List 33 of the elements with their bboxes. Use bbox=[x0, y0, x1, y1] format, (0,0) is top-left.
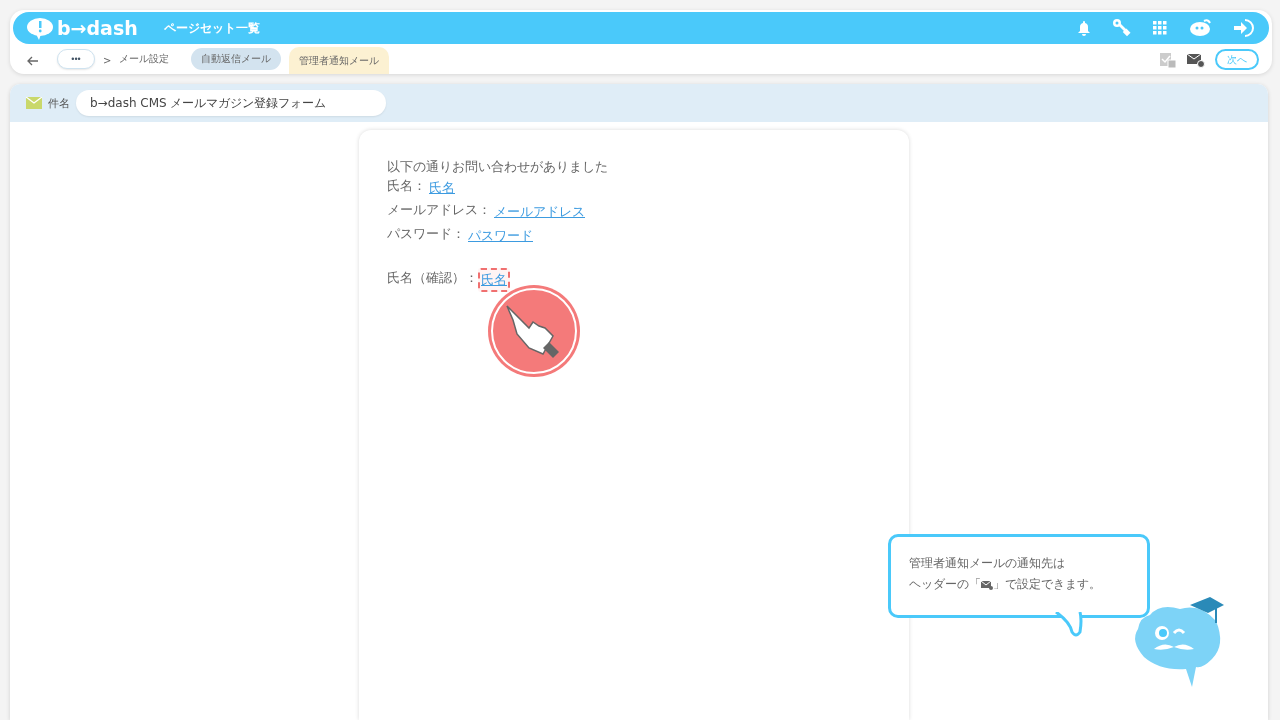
logo[interactable]: b→dash bbox=[27, 16, 138, 40]
hint-text: 」で設定できます。 bbox=[993, 576, 1101, 593]
field-variable-link[interactable]: パスワード bbox=[465, 224, 536, 248]
tab[interactable]: 管理者通知メール bbox=[289, 47, 390, 74]
next-button[interactable]: 次へ bbox=[1215, 49, 1259, 70]
field-label: 氏名（確認）： bbox=[387, 269, 478, 287]
email-intro: 以下の通りお問い合わせがありました bbox=[387, 158, 608, 176]
logo-icon bbox=[27, 16, 55, 40]
mail-bell-icon[interactable] bbox=[1187, 51, 1205, 68]
hint-text: ヘッダーの「 bbox=[909, 576, 981, 593]
more-button[interactable]: ••• bbox=[57, 49, 95, 69]
back-arrow-icon[interactable] bbox=[27, 56, 39, 66]
field-label: パスワード： bbox=[387, 225, 465, 243]
mail-bell-icon bbox=[981, 579, 993, 590]
hint-text: 管理者通知メールの通知先は bbox=[909, 555, 1065, 572]
subject-label: 件名 bbox=[48, 95, 70, 111]
logout-icon[interactable] bbox=[1233, 19, 1255, 37]
bell-icon[interactable] bbox=[1077, 20, 1091, 36]
breadcrumb-separator: > bbox=[103, 55, 112, 66]
page-title: ページセット一覧 bbox=[163, 19, 260, 37]
breadcrumb-item[interactable]: メール設定 bbox=[119, 52, 170, 66]
logo-text: b→dash bbox=[57, 17, 138, 39]
tab[interactable]: 自動返信メール bbox=[191, 48, 282, 70]
field-variable-link[interactable]: 氏名 bbox=[478, 268, 510, 292]
field-label: メールアドレス： bbox=[387, 201, 491, 219]
field-label: 氏名： bbox=[387, 177, 426, 195]
subject-field[interactable]: b→dash CMS メールマガジン登録フォーム bbox=[76, 90, 386, 116]
cloud-face-icon[interactable] bbox=[1189, 19, 1211, 37]
grid-icon[interactable] bbox=[1153, 21, 1167, 35]
envelope-icon bbox=[26, 97, 42, 109]
clipboard-download-icon[interactable] bbox=[1159, 51, 1177, 68]
field-variable-link[interactable]: 氏名 bbox=[426, 176, 458, 200]
field-variable-link[interactable]: メールアドレス bbox=[491, 200, 588, 224]
